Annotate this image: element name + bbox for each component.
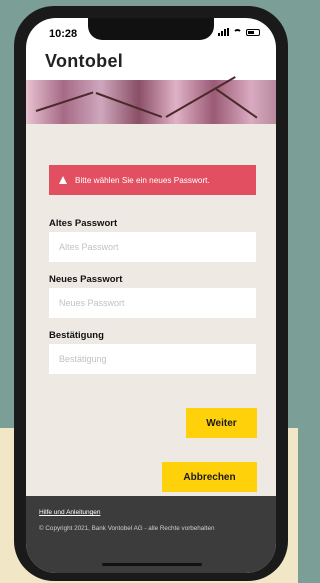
battery-icon <box>246 28 260 36</box>
confirm-password-input[interactable] <box>49 344 256 374</box>
home-indicator <box>102 563 202 566</box>
signal-icon <box>218 28 229 36</box>
help-link[interactable]: Hilfe und Anleitungen <box>39 509 100 516</box>
error-alert: Bitte wählen Sie ein neues Passwort. <box>49 165 256 195</box>
next-button[interactable]: Weiter <box>186 408 257 438</box>
content-area: Bitte wählen Sie ein neues Passwort. Alt… <box>26 124 276 496</box>
phone-screen: 10:28 Vontobel Bitte wählen Sie ein neue… <box>26 18 276 573</box>
copyright-text: © Copyright 2021, Bank Vontobel AG - all… <box>39 525 215 532</box>
warning-icon <box>59 176 67 184</box>
cancel-button[interactable]: Abbrechen <box>162 462 257 492</box>
status-time: 10:28 <box>49 28 78 40</box>
footer: Hilfe und Anleitungen © Copyright 2021, … <box>26 496 276 573</box>
brand-logo: Vontobel <box>45 51 124 71</box>
old-password-input[interactable] <box>49 232 256 262</box>
status-icons <box>218 28 260 36</box>
old-password-label: Altes Passwort <box>49 218 118 229</box>
wifi-icon <box>233 28 242 36</box>
phone-notch <box>88 18 214 40</box>
confirm-label: Bestätigung <box>49 330 104 341</box>
new-password-label: Neues Passwort <box>49 274 123 285</box>
hero-banner-image <box>26 76 276 124</box>
new-password-input[interactable] <box>49 288 256 318</box>
alert-message: Bitte wählen Sie ein neues Passwort. <box>75 175 210 185</box>
